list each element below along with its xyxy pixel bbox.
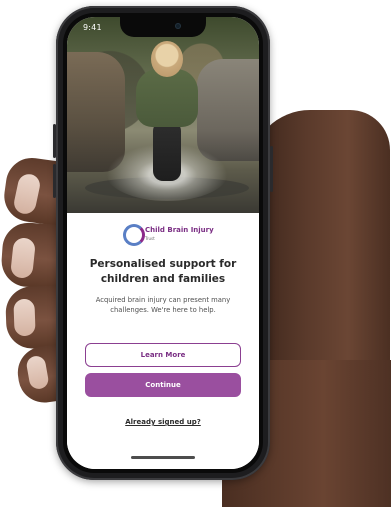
welcome-content: Child Brain Injury Trust Personalised su…	[67, 213, 259, 469]
hero-photo: 9:41	[67, 17, 259, 213]
device-mockup-scene: 9:41 Child Brain Injury Trust Personalis…	[0, 0, 391, 507]
welcome-description: Acquired brain injury can present many c…	[95, 296, 231, 314]
home-indicator[interactable]	[131, 456, 195, 459]
phone-volume-up-button	[53, 124, 56, 158]
brain-injury-trust-logo-icon	[123, 224, 145, 246]
hero-rock-right	[197, 59, 259, 161]
brand-logo: Child Brain Injury Trust	[123, 223, 215, 249]
phone-screen: 9:41 Child Brain Injury Trust Personalis…	[67, 17, 259, 469]
hero-child-coat	[136, 69, 198, 127]
phone-volume-down-button	[53, 164, 56, 198]
phone-bezel: 9:41 Child Brain Injury Trust Personalis…	[63, 13, 263, 473]
front-camera-icon	[175, 23, 181, 29]
brand-name: Child Brain Injury	[145, 226, 214, 234]
phone-power-button	[270, 146, 273, 192]
hero-child-head	[151, 41, 183, 77]
already-signed-up-link[interactable]: Already signed up?	[67, 418, 259, 426]
brand-subtitle: Trust	[145, 236, 155, 241]
hero-child-legs	[153, 121, 181, 181]
learn-more-button[interactable]: Learn More	[85, 343, 241, 367]
phone-notch	[120, 17, 206, 37]
fingernail	[13, 298, 36, 337]
welcome-headline: Personalised support for children and fa…	[89, 258, 237, 285]
phone-frame: 9:41 Child Brain Injury Trust Personalis…	[53, 6, 273, 480]
continue-button[interactable]: Continue	[85, 373, 241, 397]
status-time: 9:41	[83, 23, 102, 32]
